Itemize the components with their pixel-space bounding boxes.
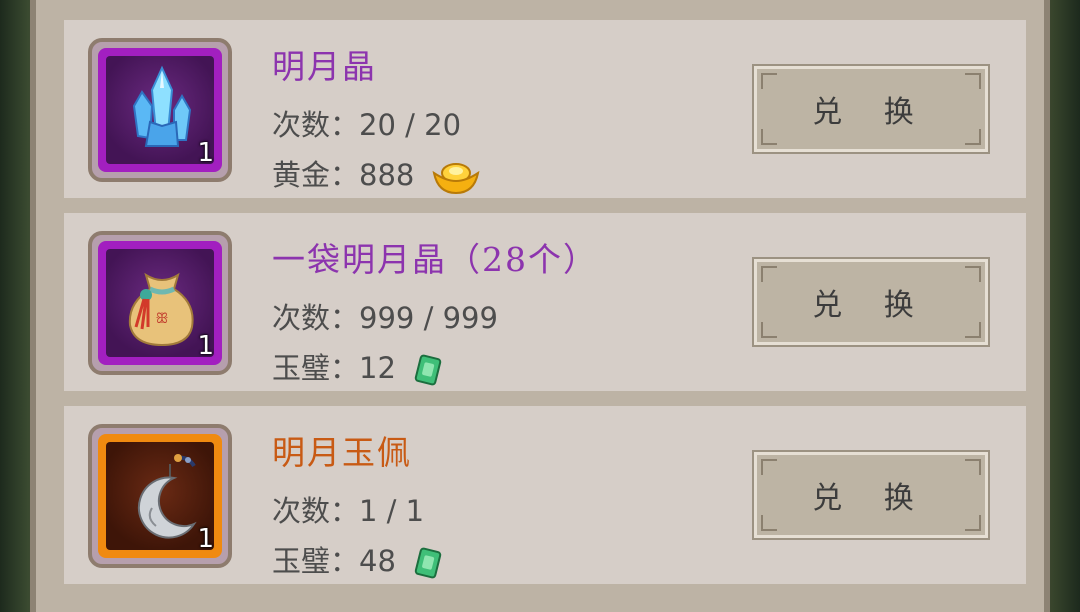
exchange-button-label: 兑 换 (812, 288, 930, 323)
item-quantity: 1 (197, 331, 214, 361)
crystal-icon (132, 65, 192, 147)
item-slot[interactable]: 1 (88, 38, 232, 182)
gold-ingot-icon (432, 163, 480, 195)
item-quantity: 1 (197, 524, 214, 554)
item-quantity: 1 (197, 138, 214, 168)
count-value: 1 / 1 (359, 494, 425, 528)
price-value: 48 (359, 544, 396, 578)
svg-text:ꕥ: ꕥ (156, 311, 169, 327)
item-slot[interactable]: 1 (88, 424, 232, 568)
count-label: 次数： (272, 301, 360, 335)
exchange-price: 黄金：888 (272, 152, 480, 195)
exchange-item-card: 1 明月晶 次数：20 / 20 黄金：888 兑 换 (64, 20, 1026, 198)
exchange-count: 次数：1 / 1 (272, 488, 424, 530)
price-value: 888 (359, 158, 415, 192)
item-name: 一袋明月晶（28个） (272, 240, 598, 279)
exchange-item-card: ꕥ 1 一袋明月晶（28个） 次数：999 / 999 玉璧：12 兑 换 (64, 213, 1026, 391)
item-name: 明月玉佩 (272, 433, 412, 472)
exchange-item-card: 1 明月玉佩 次数：1 / 1 玉璧：48 兑 换 (64, 406, 1026, 584)
count-label: 次数： (272, 494, 360, 528)
count-value: 20 / 20 (359, 108, 462, 142)
exchange-button[interactable]: 兑 换 (752, 64, 990, 154)
exchange-button-label: 兑 换 (812, 481, 930, 516)
exchange-panel: 1 明月晶 次数：20 / 20 黄金：888 兑 换 ꕥ 1 一袋明月晶（28… (30, 0, 1050, 612)
price-label: 玉璧： (272, 544, 360, 578)
exchange-price: 玉璧：48 (272, 538, 443, 580)
item-name: 明月晶 (272, 47, 377, 86)
exchange-price: 玉璧：12 (272, 345, 443, 387)
exchange-button[interactable]: 兑 换 (752, 450, 990, 540)
jade-icon (414, 547, 442, 579)
price-label: 黄金： (272, 158, 360, 192)
count-label: 次数： (272, 108, 360, 142)
price-value: 12 (359, 351, 396, 385)
exchange-button[interactable]: 兑 换 (752, 257, 990, 347)
bag-icon: ꕥ (128, 272, 194, 347)
exchange-count: 次数：999 / 999 (272, 295, 498, 337)
count-value: 999 / 999 (359, 301, 498, 335)
exchange-count: 次数：20 / 20 (272, 102, 461, 144)
moon-pendant-icon (137, 454, 197, 539)
price-label: 玉璧： (272, 351, 360, 385)
exchange-button-label: 兑 换 (812, 95, 930, 130)
item-slot[interactable]: ꕥ 1 (88, 231, 232, 375)
jade-icon (414, 354, 442, 386)
